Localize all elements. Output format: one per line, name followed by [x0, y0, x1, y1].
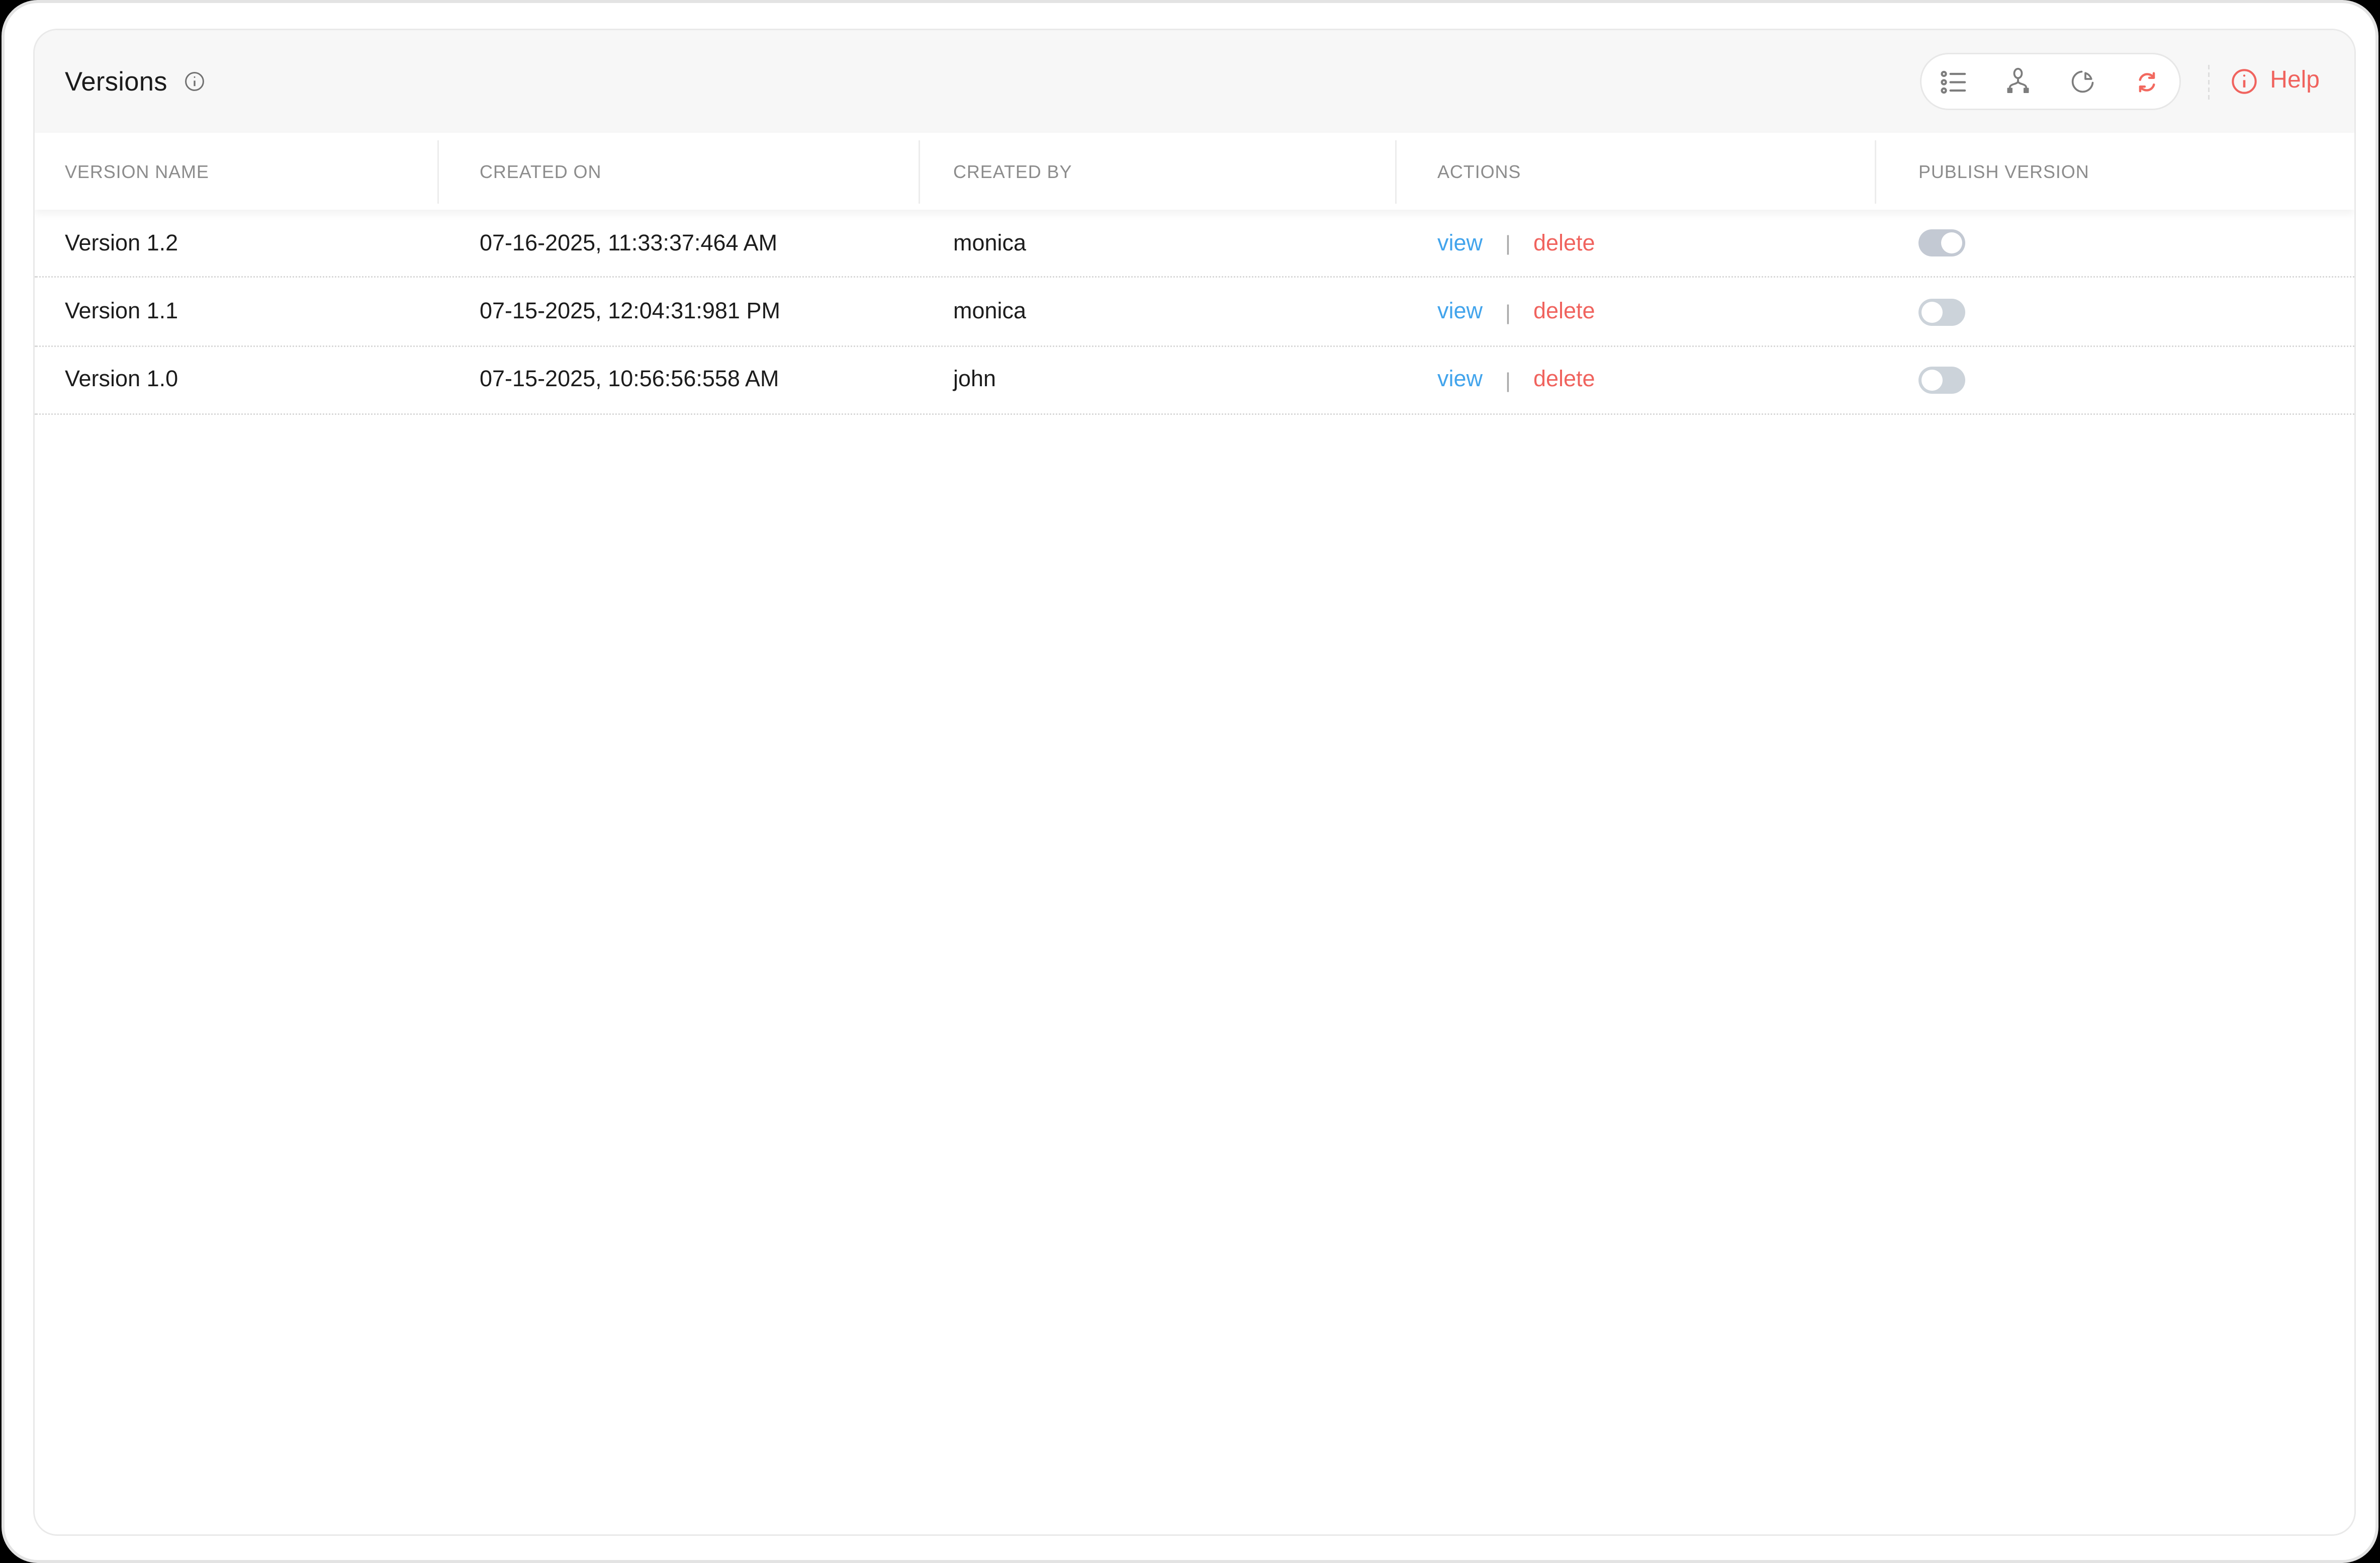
list-view-icon[interactable] [1936, 63, 1972, 100]
info-icon[interactable] [184, 71, 205, 92]
version-name-cell: Version 1.0 [65, 367, 178, 393]
versions-panel: Versions Help VERSION NAME CREATED ON CR… [33, 29, 2356, 1536]
publish-toggle[interactable] [1918, 366, 1965, 394]
created-by-cell: monica [953, 299, 1027, 325]
view-link[interactable]: view [1437, 299, 1483, 324]
publish-cell [1876, 346, 2354, 413]
publish-toggle[interactable] [1918, 229, 1965, 257]
help-label: Help [2270, 68, 2320, 94]
toggle-knob [1921, 369, 1943, 391]
panel-header: Versions Help [35, 30, 2354, 133]
actions-cell: view | delete [1397, 210, 1876, 277]
delete-link[interactable]: delete [1533, 299, 1595, 324]
column-header-created-on: CREATED ON [439, 133, 920, 210]
table-row: Version 1.2 07-16-2025, 11:33:37:464 AM … [35, 210, 2354, 279]
flow-view-icon[interactable] [2000, 63, 2037, 100]
view-link[interactable]: view [1437, 230, 1483, 256]
column-header-publish-version: PUBLISH VERSION [1918, 160, 2089, 182]
table-header-row: VERSION NAME CREATED ON CREATED BY ACTIO… [35, 133, 2354, 210]
table-row: Version 1.0 07-15-2025, 10:56:56:558 AM … [35, 346, 2354, 415]
toggle-knob [1921, 301, 1943, 322]
publish-cell [1876, 210, 2354, 277]
table-row: Version 1.1 07-15-2025, 12:04:31:981 PM … [35, 278, 2354, 347]
version-name-cell: Version 1.2 [65, 230, 178, 256]
page-title: Versions [65, 65, 167, 96]
created-on-cell: 07-15-2025, 12:04:31:981 PM [480, 299, 780, 325]
created-on-cell: 07-16-2025, 11:33:37:464 AM [480, 230, 778, 256]
view-switcher [1920, 53, 2181, 110]
action-separator: | [1505, 299, 1511, 324]
actions-cell: view | delete [1397, 346, 1876, 413]
screen: Versions Help VERSION NAME CREATED ON CR… [0, 0, 2380, 1563]
view-link[interactable]: view [1437, 367, 1483, 393]
publish-toggle[interactable] [1918, 298, 1965, 325]
delete-link[interactable]: delete [1533, 367, 1595, 393]
refresh-icon[interactable] [2129, 63, 2165, 100]
delete-link[interactable]: delete [1533, 230, 1595, 256]
column-header-version-name: VERSION NAME [35, 133, 439, 210]
toolbar-divider [2208, 64, 2210, 99]
pie-chart-view-icon[interactable] [2065, 63, 2101, 100]
actions-cell: view | delete [1397, 278, 1876, 345]
help-button[interactable]: Help [2231, 68, 2320, 95]
column-header-actions: ACTIONS [1397, 133, 1876, 210]
action-separator: | [1505, 231, 1511, 255]
window-card: Versions Help VERSION NAME CREATED ON CR… [5, 3, 2375, 1560]
version-name-cell: Version 1.1 [65, 299, 178, 325]
created-by-cell: monica [953, 230, 1027, 256]
action-separator: | [1505, 368, 1511, 392]
toggle-knob [1941, 232, 1962, 254]
column-header-created-by: CREATED BY [920, 133, 1397, 210]
publish-cell [1876, 278, 2354, 345]
created-on-cell: 07-15-2025, 10:56:56:558 AM [480, 367, 779, 393]
created-by-cell: john [953, 367, 996, 393]
